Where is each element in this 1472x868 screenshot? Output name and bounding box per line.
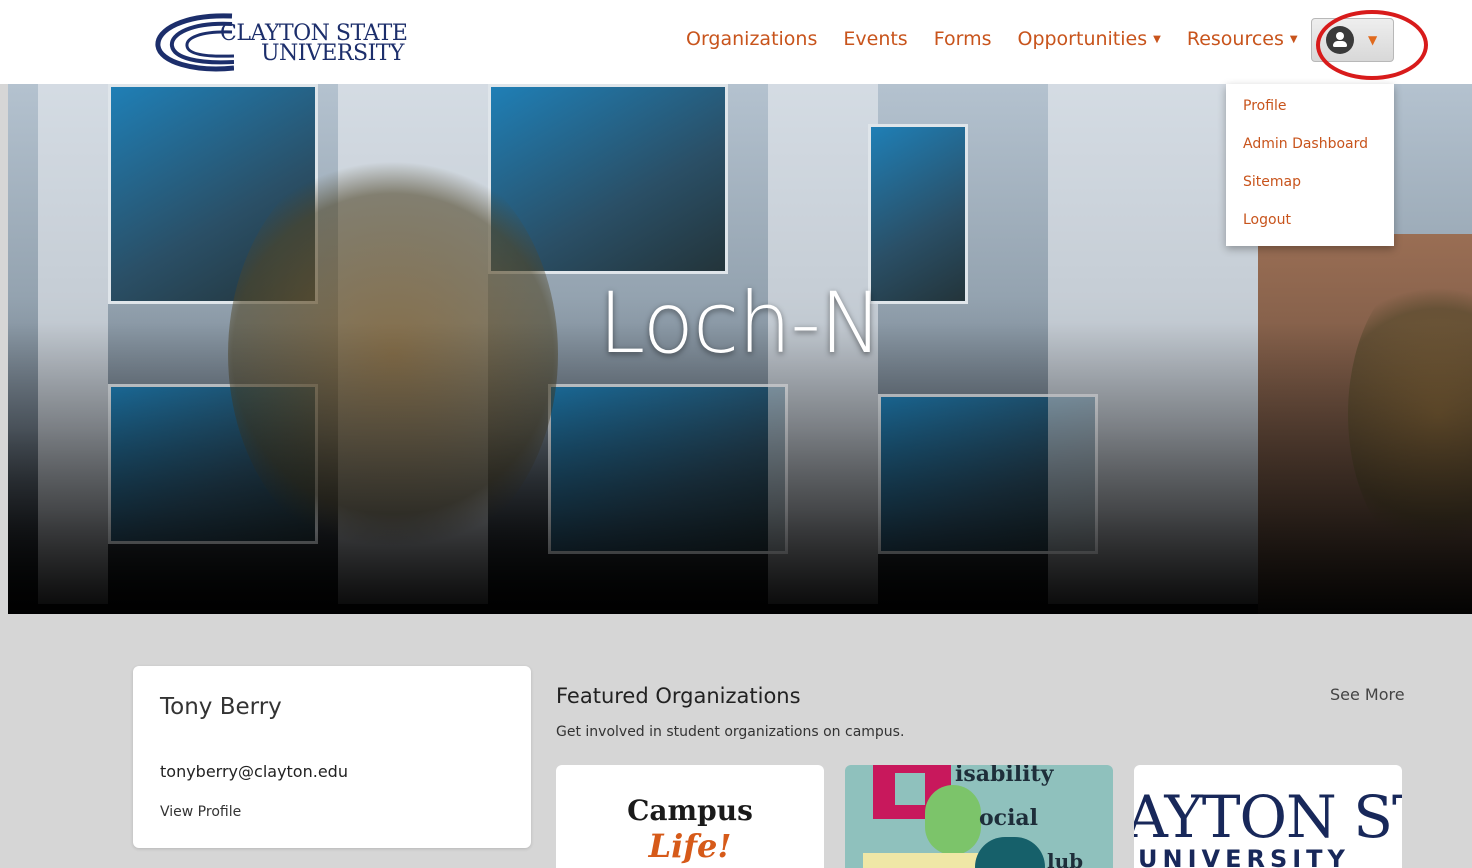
hero-title: Loch-N bbox=[598, 274, 882, 372]
nav-resources-label: Resources bbox=[1186, 28, 1284, 50]
nav-forms[interactable]: Forms bbox=[934, 28, 992, 50]
menu-item-logout[interactable]: Logout bbox=[1226, 208, 1394, 246]
chevron-down-icon: ▼ bbox=[1153, 34, 1161, 45]
menu-item-admin-dashboard[interactable]: Admin Dashboard bbox=[1226, 132, 1394, 170]
profile-email: tonyberry@clayton.edu bbox=[160, 762, 348, 781]
featured-subtitle: Get involved in student organizations on… bbox=[556, 724, 905, 740]
campus-life-line2: Life! bbox=[648, 827, 732, 865]
nav-resources[interactable]: Resources ▼ bbox=[1187, 28, 1298, 50]
nav-opportunities[interactable]: Opportunities ▼ bbox=[1017, 28, 1160, 50]
dsc-word-club: lub bbox=[1047, 849, 1084, 868]
profile-name: Tony Berry bbox=[160, 694, 282, 720]
logo-d-inner bbox=[895, 773, 925, 805]
menu-item-sitemap[interactable]: Sitemap bbox=[1226, 170, 1394, 208]
see-more-link[interactable]: See More bbox=[1330, 685, 1405, 704]
chevron-down-icon: ▼ bbox=[1289, 34, 1298, 45]
caret-down-icon: ▼ bbox=[1368, 33, 1378, 47]
user-icon bbox=[1326, 26, 1354, 54]
org-card-disability-social-club[interactable]: isability ocial lub bbox=[845, 765, 1113, 868]
campus-life-line1: Campus bbox=[627, 794, 753, 827]
nav-events[interactable]: Events bbox=[843, 28, 907, 50]
dsc-word-disability: isability bbox=[955, 765, 1054, 787]
view-profile-link[interactable]: View Profile bbox=[160, 804, 241, 820]
org-card-clayton-state[interactable]: AYTON ST UNIVERSITY bbox=[1134, 765, 1402, 868]
clayton-state-banner-line1: AYTON ST bbox=[1134, 783, 1402, 851]
logo-yellow-block bbox=[863, 853, 983, 868]
dsc-word-social: ocial bbox=[979, 805, 1039, 831]
user-dropdown-menu: Profile Admin Dashboard Sitemap Logout bbox=[1226, 84, 1394, 246]
org-card-campus-life[interactable]: Campus Life! bbox=[556, 765, 824, 868]
logo-wordmark: CLAYTON STATE UNIVERSITY bbox=[220, 23, 408, 66]
logo-c-block bbox=[975, 837, 1045, 868]
nav-organizations[interactable]: Organizations bbox=[686, 28, 817, 50]
clayton-state-banner-line2: UNIVERSITY bbox=[1138, 845, 1350, 868]
menu-item-profile[interactable]: Profile bbox=[1226, 94, 1394, 132]
profile-card: Tony Berry tonyberry@clayton.edu View Pr… bbox=[133, 666, 531, 848]
user-menu-button[interactable]: ▼ bbox=[1311, 18, 1394, 62]
site-header: CLAYTON STATE UNIVERSITY Organizations E… bbox=[0, 0, 1472, 84]
featured-title: Featured Organizations bbox=[556, 684, 801, 708]
logo-s-block bbox=[925, 785, 981, 855]
nav-opportunities-label: Opportunities bbox=[1017, 28, 1148, 50]
logo-line2: UNIVERSITY bbox=[261, 41, 404, 66]
main-nav: Organizations Events Forms Opportunities… bbox=[686, 28, 1324, 50]
clayton-state-logo[interactable]: CLAYTON STATE UNIVERSITY bbox=[154, 10, 408, 76]
